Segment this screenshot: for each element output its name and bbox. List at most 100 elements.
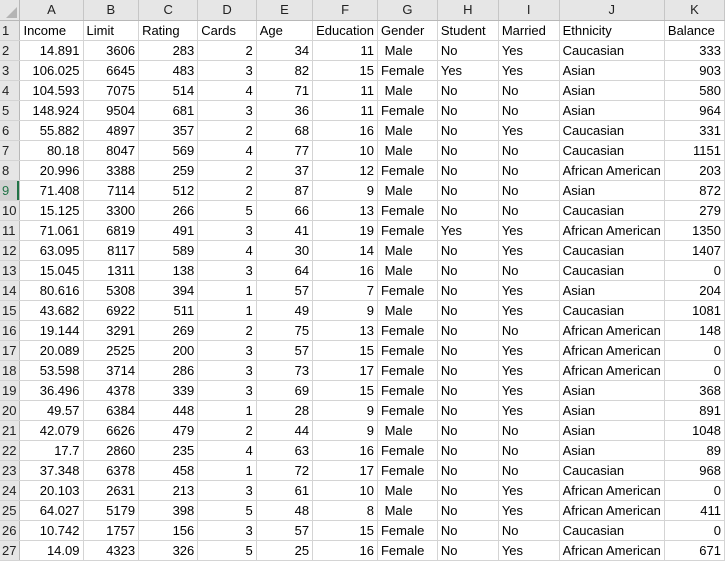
cell-income[interactable]: 80.616 <box>19 280 84 301</box>
header-cell-education[interactable]: Education <box>312 20 378 41</box>
cell-rating[interactable]: 589 <box>138 240 199 261</box>
cell-gender[interactable]: Female <box>377 440 438 461</box>
cell-limit[interactable]: 4897 <box>83 120 140 141</box>
cell-age[interactable]: 71 <box>256 80 314 101</box>
cell-limit[interactable]: 6645 <box>83 60 140 81</box>
cell-cards[interactable]: 4 <box>197 80 257 101</box>
row-header[interactable]: 14 <box>0 280 21 301</box>
header-cell-income[interactable]: Income <box>19 20 84 41</box>
cell-ethnicity[interactable]: Caucasian <box>559 140 665 161</box>
cell-married[interactable]: No <box>498 200 560 221</box>
cell-married[interactable]: Yes <box>498 280 560 301</box>
cell-income[interactable]: 14.09 <box>19 540 84 561</box>
column-header-g[interactable]: G <box>377 0 438 21</box>
cell-income[interactable]: 19.144 <box>19 320 84 341</box>
cell-income[interactable]: 63.095 <box>19 240 84 261</box>
cell-rating[interactable]: 200 <box>138 340 199 361</box>
cell-ethnicity[interactable]: Asian <box>559 100 665 121</box>
row-header[interactable]: 1 <box>0 20 21 41</box>
cell-limit[interactable]: 6922 <box>83 300 140 321</box>
cell-gender[interactable]: Female <box>377 280 438 301</box>
row-header[interactable]: 23 <box>0 460 21 481</box>
cell-education[interactable]: 13 <box>312 200 378 221</box>
cell-education[interactable]: 11 <box>312 40 378 61</box>
cell-student[interactable]: No <box>437 100 499 121</box>
cell-student[interactable]: No <box>437 180 499 201</box>
cell-gender[interactable]: Male <box>377 300 438 321</box>
row-header[interactable]: 21 <box>0 420 21 441</box>
cell-education[interactable]: 14 <box>312 240 378 261</box>
cell-cards[interactable]: 2 <box>197 420 257 441</box>
cell-married[interactable]: Yes <box>498 40 560 61</box>
cell-income[interactable]: 10.742 <box>19 520 84 541</box>
header-cell-age[interactable]: Age <box>256 20 314 41</box>
cell-limit[interactable]: 1311 <box>83 260 140 281</box>
cell-age[interactable]: 61 <box>256 480 314 501</box>
cell-income[interactable]: 71.408 <box>19 180 84 201</box>
cell-age[interactable]: 48 <box>256 500 314 521</box>
row-header[interactable]: 11 <box>0 220 21 241</box>
cell-balance[interactable]: 580 <box>664 80 725 101</box>
header-cell-cards[interactable]: Cards <box>197 20 257 41</box>
cell-age[interactable]: 49 <box>256 300 314 321</box>
row-header[interactable]: 27 <box>0 540 21 561</box>
cell-education[interactable]: 9 <box>312 180 378 201</box>
cell-ethnicity[interactable]: African American <box>559 480 665 501</box>
cell-balance[interactable]: 872 <box>664 180 725 201</box>
cell-student[interactable]: Yes <box>437 220 499 241</box>
column-header-f[interactable]: F <box>312 0 378 21</box>
cell-balance[interactable]: 411 <box>664 500 725 521</box>
cell-limit[interactable]: 3388 <box>83 160 140 181</box>
select-all-button[interactable] <box>0 0 21 21</box>
cell-balance[interactable]: 333 <box>664 40 725 61</box>
cell-income[interactable]: 64.027 <box>19 500 84 521</box>
cell-age[interactable]: 69 <box>256 380 314 401</box>
cell-married[interactable]: Yes <box>498 340 560 361</box>
cell-limit[interactable]: 7114 <box>83 180 140 201</box>
cell-education[interactable]: 9 <box>312 300 378 321</box>
cell-rating[interactable]: 483 <box>138 60 199 81</box>
cell-limit[interactable]: 6626 <box>83 420 140 441</box>
cell-student[interactable]: No <box>437 400 499 421</box>
cell-balance[interactable]: 0 <box>664 260 725 281</box>
cell-income[interactable]: 20.103 <box>19 480 84 501</box>
cell-married[interactable]: Yes <box>498 240 560 261</box>
cell-cards[interactable]: 4 <box>197 240 257 261</box>
cell-ethnicity[interactable]: Caucasian <box>559 300 665 321</box>
cell-cards[interactable]: 3 <box>197 360 257 381</box>
cell-gender[interactable]: Female <box>377 200 438 221</box>
cell-student[interactable]: No <box>437 300 499 321</box>
cell-income[interactable]: 36.496 <box>19 380 84 401</box>
cell-married[interactable]: No <box>498 420 560 441</box>
cell-income[interactable]: 20.089 <box>19 340 84 361</box>
cell-ethnicity[interactable]: African American <box>559 220 665 241</box>
cell-limit[interactable]: 9504 <box>83 100 140 121</box>
cell-rating[interactable]: 235 <box>138 440 199 461</box>
cell-married[interactable]: Yes <box>498 120 560 141</box>
cell-married[interactable]: Yes <box>498 360 560 381</box>
cell-married[interactable]: Yes <box>498 480 560 501</box>
cell-balance[interactable]: 89 <box>664 440 725 461</box>
cell-balance[interactable]: 1407 <box>664 240 725 261</box>
cell-ethnicity[interactable]: Caucasian <box>559 260 665 281</box>
cell-ethnicity[interactable]: Caucasian <box>559 200 665 221</box>
cell-balance[interactable]: 671 <box>664 540 725 561</box>
cell-age[interactable]: 41 <box>256 220 314 241</box>
cell-rating[interactable]: 283 <box>138 40 199 61</box>
cell-age[interactable]: 28 <box>256 400 314 421</box>
cell-limit[interactable]: 5308 <box>83 280 140 301</box>
cell-balance[interactable]: 368 <box>664 380 725 401</box>
cell-gender[interactable]: Male <box>377 120 438 141</box>
cell-age[interactable]: 37 <box>256 160 314 181</box>
cell-limit[interactable]: 2525 <box>83 340 140 361</box>
cell-limit[interactable]: 2631 <box>83 480 140 501</box>
cell-married[interactable]: No <box>498 440 560 461</box>
cell-rating[interactable]: 512 <box>138 180 199 201</box>
cell-married[interactable]: Yes <box>498 400 560 421</box>
cell-ethnicity[interactable]: African American <box>559 500 665 521</box>
cell-age[interactable]: 87 <box>256 180 314 201</box>
cell-ethnicity[interactable]: Asian <box>559 440 665 461</box>
cell-married[interactable]: No <box>498 140 560 161</box>
cell-age[interactable]: 36 <box>256 100 314 121</box>
cell-age[interactable]: 57 <box>256 280 314 301</box>
